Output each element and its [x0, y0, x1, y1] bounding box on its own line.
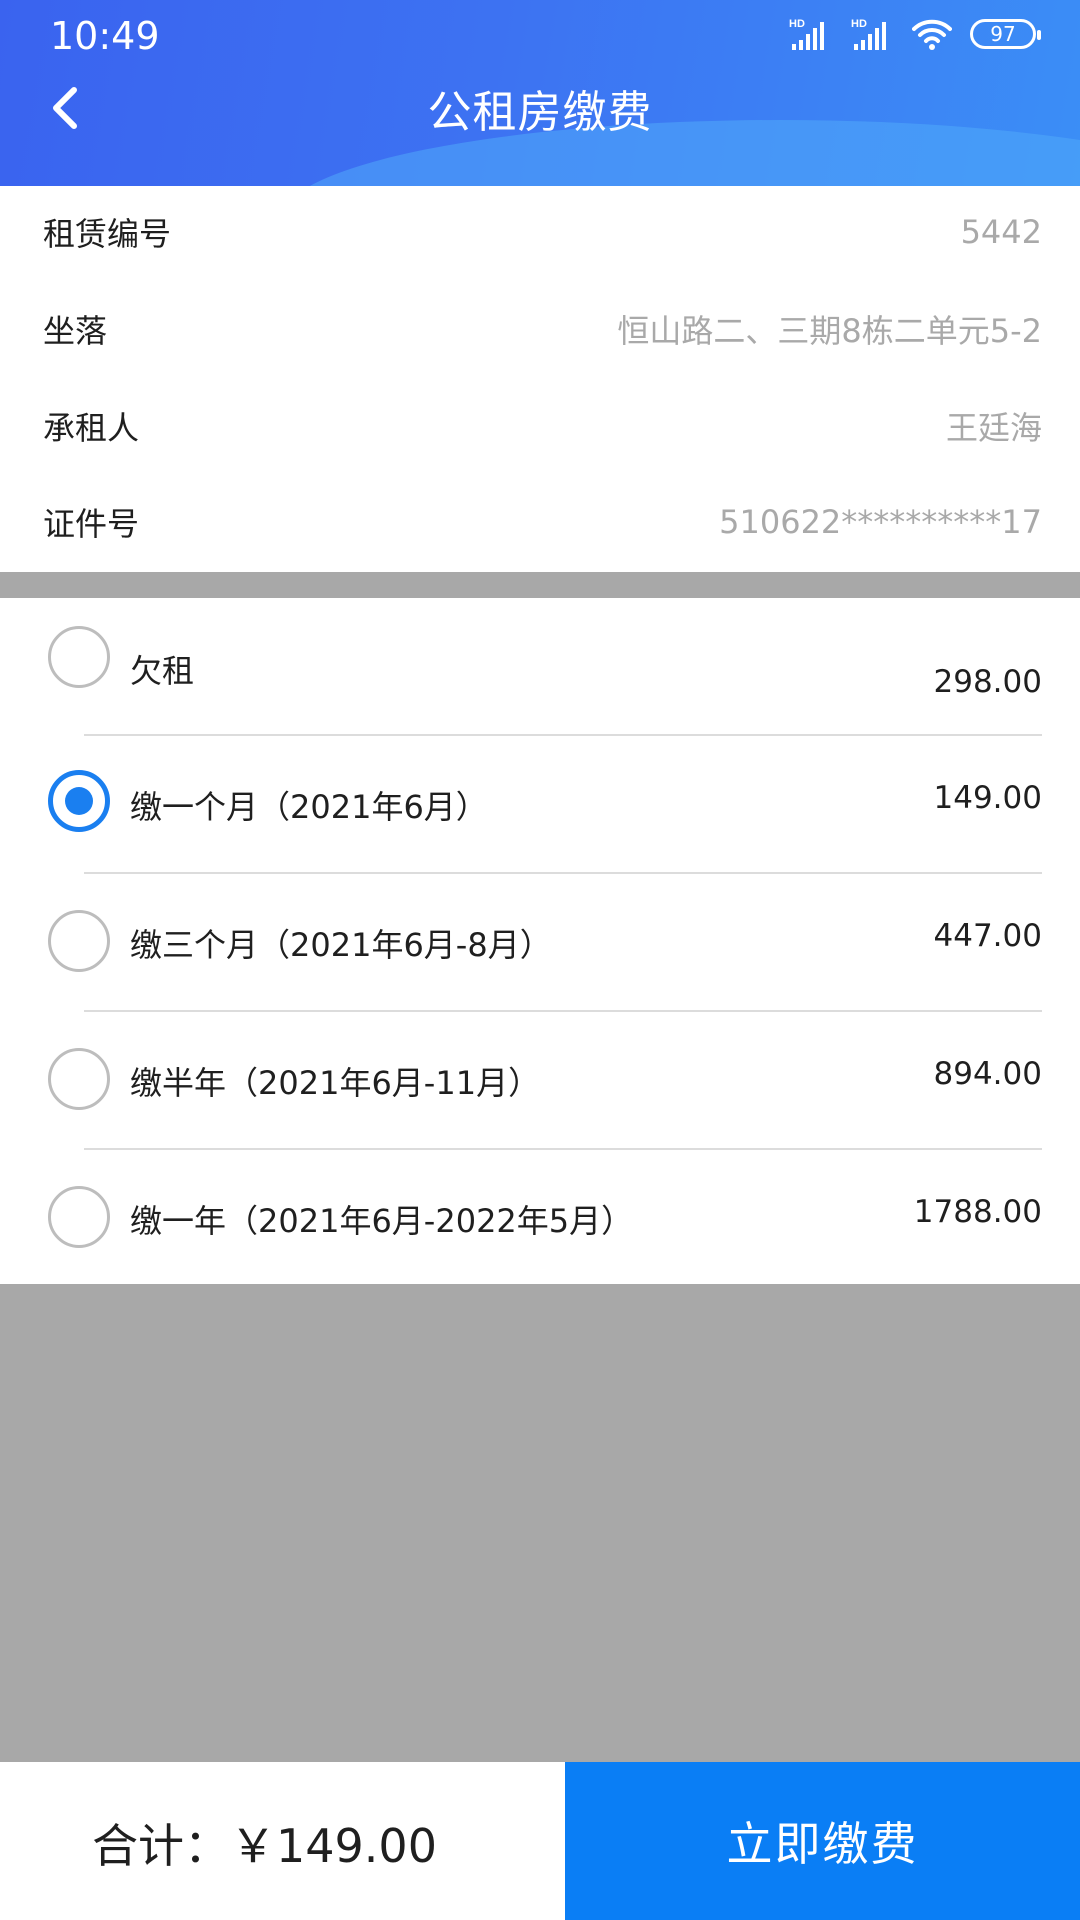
signal-hd-label-2: HD [851, 18, 867, 30]
option-label: 缴半年（2021年6月-11月） [130, 1064, 541, 1102]
option-amount: 894.00 [933, 1056, 1042, 1092]
signal-icon: HD [789, 18, 824, 50]
info-value: 5442 [960, 213, 1042, 251]
option-label: 缴一年（2021年6月-2022年5月） [130, 1202, 634, 1240]
battery-icon: 97 [970, 19, 1041, 49]
info-value: 王廷海 [945, 409, 1042, 447]
info-label: 租赁编号 [43, 215, 172, 253]
page-title: 公租房缴费 [427, 87, 653, 138]
option-label: 缴一个月（2021年6月） [130, 788, 488, 826]
radio-button[interactable] [48, 910, 110, 972]
option-amount: 447.00 [933, 918, 1042, 954]
option-one-year[interactable]: 缴一年（2021年6月-2022年5月） 1788.00 [0, 1150, 1080, 1288]
option-half-year[interactable]: 缴半年（2021年6月-11月） 894.00 [0, 1012, 1080, 1150]
option-arrears[interactable]: 欠租 298.00 [0, 598, 1080, 736]
total-label: 合计： [92, 1819, 230, 1873]
checkout-bar: 合计： ￥149.00 立即缴费 [0, 1762, 1080, 1920]
option-amount: 1788.00 [913, 1194, 1042, 1230]
info-value: 510622**********17 [719, 503, 1042, 541]
option-amount: 298.00 [933, 664, 1042, 700]
option-label: 欠租 [130, 652, 195, 690]
info-row-id-number: 证件号 510622**********17 [0, 492, 1080, 552]
option-amount: 149.00 [933, 780, 1042, 816]
payment-options-list: 欠租 298.00 缴一个月（2021年6月） 149.00 缴三个月（2021… [0, 598, 1080, 1284]
battery-level: 97 [990, 22, 1016, 46]
signal-icon-2: HD [851, 18, 886, 50]
info-label: 坐落 [43, 312, 108, 350]
app-header: 10:49 HD HD 97 公租房缴费 [0, 0, 1080, 186]
status-icons: HD HD 97 [788, 16, 1041, 52]
info-row-lease-number: 租赁编号 5442 [0, 202, 1080, 262]
info-row-tenant: 承租人 王廷海 [0, 396, 1080, 456]
lease-info-section: 租赁编号 5442 坐落 恒山路二、三期8栋二单元5-2 承租人 王廷海 证件号… [0, 186, 1080, 572]
option-three-months[interactable]: 缴三个月（2021年6月-8月） 447.00 [0, 874, 1080, 1012]
info-label: 承租人 [43, 409, 140, 447]
info-row-location: 坐落 恒山路二、三期8栋二单元5-2 [0, 299, 1080, 359]
signal-hd-label: HD [789, 18, 805, 30]
wifi-icon [912, 19, 952, 50]
option-one-month[interactable]: 缴一个月（2021年6月） 149.00 [0, 736, 1080, 874]
radio-button-selected[interactable] [48, 770, 110, 832]
option-label: 缴三个月（2021年6月-8月） [130, 926, 552, 964]
radio-button[interactable] [48, 1186, 110, 1248]
radio-button[interactable] [48, 626, 110, 688]
status-bar: 10:49 HD HD 97 [0, 0, 1080, 70]
pay-now-button[interactable]: 立即缴费 [565, 1762, 1080, 1920]
info-label: 证件号 [43, 505, 140, 543]
section-separator [0, 572, 1080, 598]
info-value: 恒山路二、三期8栋二单元5-2 [617, 312, 1042, 350]
total-summary: 合计： ￥149.00 [92, 1810, 437, 1876]
status-time: 10:49 [50, 14, 160, 58]
total-amount: ￥149.00 [230, 1819, 437, 1873]
radio-button[interactable] [48, 1048, 110, 1110]
